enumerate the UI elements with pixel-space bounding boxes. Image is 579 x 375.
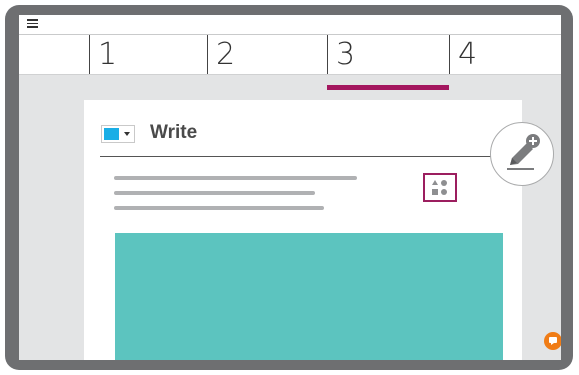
add-pen-icon bbox=[507, 134, 540, 170]
panel-title: Write bbox=[150, 122, 198, 143]
text-placeholder-line bbox=[114, 176, 357, 180]
tab-1[interactable]: 1 bbox=[89, 35, 207, 74]
device-frame: 1 2 3 4 Write bbox=[5, 5, 573, 370]
chat-button[interactable] bbox=[544, 332, 561, 350]
text-placeholder-line bbox=[114, 191, 315, 195]
top-bar bbox=[19, 15, 561, 35]
insert-shapes-button[interactable] bbox=[423, 173, 457, 202]
tab-2[interactable]: 2 bbox=[207, 35, 327, 74]
active-tab-indicator bbox=[327, 85, 449, 90]
media-block[interactable] bbox=[115, 233, 503, 360]
hamburger-menu-icon[interactable] bbox=[27, 19, 38, 30]
color-picker-dropdown[interactable] bbox=[101, 125, 135, 143]
chat-bubble-icon bbox=[549, 337, 557, 345]
caret-down-icon bbox=[124, 132, 130, 136]
editor-panel: Write bbox=[84, 100, 522, 360]
tab-4[interactable]: 4 bbox=[449, 35, 561, 74]
add-pen-button[interactable] bbox=[490, 122, 554, 186]
title-divider bbox=[100, 156, 520, 157]
text-placeholder-line bbox=[114, 206, 324, 210]
step-tabs: 1 2 3 4 bbox=[19, 35, 561, 75]
color-swatch bbox=[104, 128, 119, 140]
app-screen: 1 2 3 4 Write bbox=[19, 15, 561, 360]
tab-3[interactable]: 3 bbox=[327, 35, 449, 74]
shapes-icon bbox=[432, 180, 447, 195]
